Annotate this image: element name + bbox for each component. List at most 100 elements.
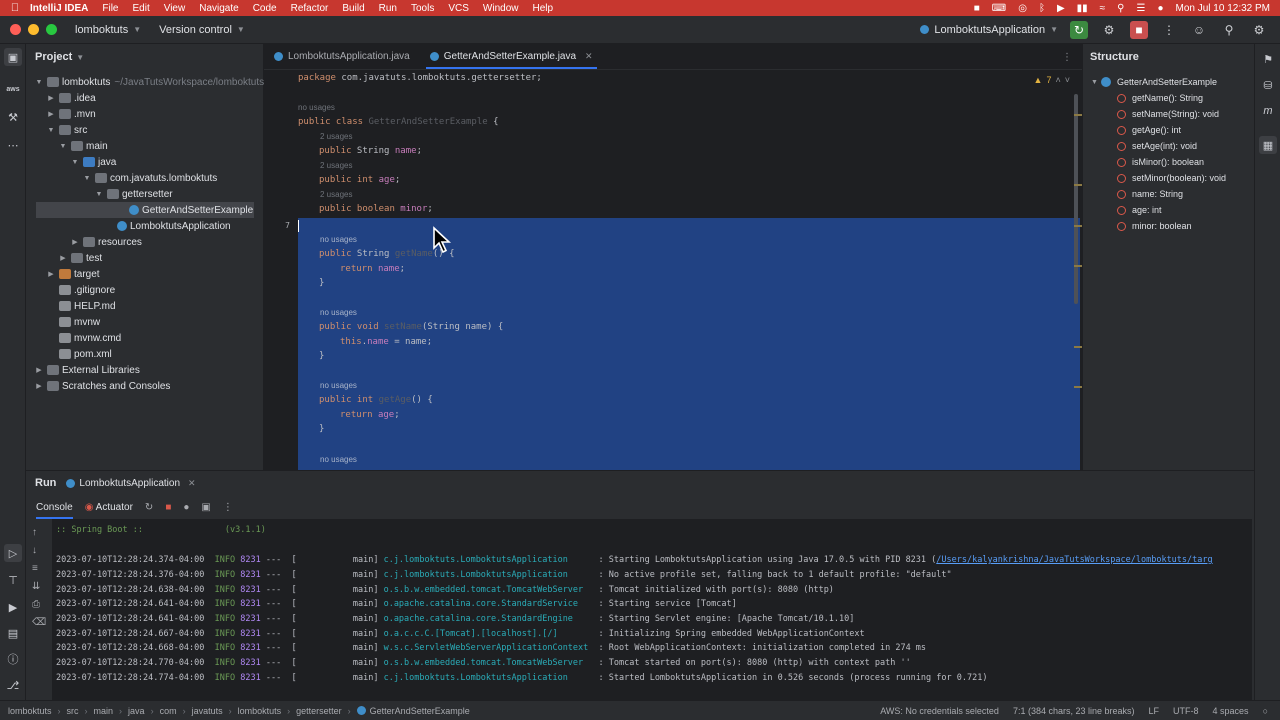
chevron-right-icon[interactable]: ▶ (70, 238, 80, 246)
aws-tool-icon[interactable]: aws (4, 80, 22, 98)
close-tab-icon[interactable]: ✕ (188, 478, 196, 489)
menu-navigate[interactable]: Navigate (199, 3, 238, 14)
usages-hint[interactable]: 2 usages (320, 132, 352, 141)
settings-icon[interactable]: ⚙ (1250, 21, 1268, 39)
chevron-down-icon[interactable]: ▼ (82, 175, 92, 182)
breadcrumb-item[interactable]: GetterAndSetterExample (370, 706, 470, 716)
tree-item-external-libraries[interactable]: ▶ External Libraries (26, 362, 140, 378)
tab-actuator[interactable]: ◉ Actuator (85, 498, 133, 517)
tree-item-test[interactable]: ▶ test (26, 250, 102, 266)
aws-status[interactable]: AWS: No credentials selected (880, 706, 999, 716)
tree-item-mvnw-cmd[interactable]: mvnw.cmd (26, 330, 121, 346)
tree-item-scratches[interactable]: ▶ Scratches and Consoles (26, 378, 170, 394)
usages-hint[interactable]: no usages (298, 103, 335, 112)
breadcrumb-item[interactable]: gettersetter (296, 706, 342, 716)
breadcrumb-item[interactable]: main (94, 706, 114, 716)
close-tab-icon[interactable]: ✕ (585, 51, 593, 62)
tree-item-main[interactable]: ▼ main (26, 138, 108, 154)
build-tool-icon[interactable]: ⊤ (4, 571, 22, 589)
services-tool-icon[interactable]: ▶ (4, 598, 22, 616)
inspection-widget[interactable]: ▲ 7 ˄ ˅ (1034, 75, 1070, 85)
tab-console[interactable]: Console (36, 498, 73, 519)
project-panel-header[interactable]: Project ▼ (26, 44, 263, 70)
menu-file[interactable]: File (102, 3, 118, 14)
more-tools-icon[interactable]: ⋯ (4, 136, 22, 154)
menu-run[interactable]: Run (379, 3, 397, 14)
chevron-down-icon[interactable]: ▼ (58, 143, 68, 150)
line-separator[interactable]: LF (1149, 706, 1160, 716)
breadcrumb-item[interactable]: lomboktuts (8, 706, 52, 716)
vcs-widget[interactable]: Version control ▼ (159, 24, 245, 36)
caret-position[interactable]: 7:1 (384 chars, 23 line breaks) (1013, 706, 1135, 716)
menu-app-name[interactable]: IntelliJ IDEA (30, 3, 88, 14)
print-icon[interactable]: ⎙ (32, 599, 40, 610)
tree-item-package[interactable]: ▼ com.javatuts.lomboktuts (26, 170, 218, 186)
menu-vcs[interactable]: VCS (448, 3, 469, 14)
control-center-icon[interactable]: ☰ (1136, 3, 1145, 14)
battery-icon[interactable]: ▮▮ (1077, 3, 1088, 14)
tab-lomboktutsapplication[interactable]: LomboktutsApplication.java (264, 43, 420, 69)
tree-item-mvnw[interactable]: mvnw (26, 314, 100, 330)
project-tool-icon[interactable]: ▣ (4, 48, 22, 66)
usages-hint[interactable]: 2 usages (320, 190, 352, 199)
menu-help[interactable]: Help (533, 3, 554, 14)
chevron-right-icon[interactable]: ▶ (34, 382, 44, 390)
log-path-link[interactable]: /Users/kalyankrishna/JavaTutsWorkspace/l… (936, 555, 1212, 565)
tree-item-mvn[interactable]: ▶ .mvn (26, 106, 95, 122)
debug-button[interactable]: ⚙ (1100, 21, 1118, 39)
file-encoding[interactable]: UTF-8 (1173, 706, 1199, 716)
more-actions-icon[interactable]: ⋮ (1160, 21, 1178, 39)
search-icon[interactable]: ⚲ (1117, 3, 1124, 14)
apple-menu-icon[interactable]:  (0, 2, 30, 14)
menu-edit[interactable]: Edit (132, 3, 149, 14)
chevron-up-icon[interactable]: ˄ (1055, 75, 1060, 85)
usages-hint[interactable]: no usages (320, 381, 357, 390)
breadcrumb-item[interactable]: src (67, 706, 79, 716)
menubar-clock[interactable]: Mon Jul 10 12:32 PM (1176, 3, 1271, 14)
console-output[interactable]: :: Spring Boot :: (v3.1.1) 2023-07-10T12… (52, 519, 1252, 701)
tree-item-src[interactable]: ▼ src (26, 122, 88, 138)
usages-hint[interactable]: 2 usages (320, 161, 352, 170)
menu-tools[interactable]: Tools (411, 3, 434, 14)
clear-console-icon[interactable]: ⌫ (32, 617, 46, 628)
structure-member[interactable]: getAge(): int (1117, 122, 1181, 138)
error-stripe-mark[interactable] (1074, 265, 1082, 267)
indent-settings[interactable]: 4 spaces (1213, 706, 1249, 716)
tree-item-idea[interactable]: ▶ .idea (26, 90, 95, 106)
chevron-down-icon[interactable]: ▼ (34, 79, 44, 86)
run-tool-icon[interactable]: ▷ (4, 544, 22, 562)
tree-item-gitignore[interactable]: .gitignore (26, 282, 115, 298)
chevron-right-icon[interactable]: ▶ (34, 366, 44, 374)
error-stripe-mark[interactable] (1074, 225, 1082, 227)
breadcrumb-item[interactable]: java (128, 706, 145, 716)
wifi-icon[interactable]: ≈ (1100, 3, 1106, 14)
soft-wrap-icon[interactable]: ≡ (32, 563, 38, 574)
structure-member[interactable]: isMinor(): boolean (1117, 154, 1204, 170)
structure-member[interactable]: setName(String): void (1117, 106, 1219, 122)
terminal-tool-icon[interactable]: ▤ (4, 624, 22, 642)
tree-item-root[interactable]: ▼ lomboktuts ~/JavaTutsWorkspace/lombokt… (26, 74, 265, 90)
play-icon[interactable]: ▶ (1057, 3, 1065, 14)
chevron-down-icon[interactable]: ▼ (46, 127, 56, 134)
problems-tool-icon[interactable]: ⓘ (4, 650, 22, 668)
error-stripe-mark[interactable] (1074, 386, 1082, 388)
structure-member[interactable]: age: int (1117, 202, 1162, 218)
chevron-down-icon[interactable]: ▼ (70, 159, 80, 166)
rerun-icon[interactable]: ↻ (145, 502, 153, 513)
siri-icon[interactable]: ● (1157, 3, 1163, 14)
add-user-icon[interactable]: ☺ (1190, 21, 1208, 39)
run-tab-lomboktutsapplication[interactable]: LomboktutsApplication ✕ (66, 478, 196, 489)
chevron-down-icon[interactable]: ˅ (1065, 75, 1070, 85)
breadcrumb-item[interactable]: lomboktuts (238, 706, 282, 716)
chevron-right-icon[interactable]: ▶ (58, 254, 68, 262)
recording-icon[interactable]: ■ (974, 3, 980, 14)
tree-item-gettersetter[interactable]: ▼ gettersetter (26, 186, 173, 202)
menu-window[interactable]: Window (483, 3, 519, 14)
usages-hint[interactable]: no usages (320, 235, 357, 244)
lock-icon[interactable]: ○ (1263, 706, 1268, 716)
chevron-right-icon[interactable]: ▶ (46, 110, 56, 118)
database-icon[interactable]: ⛁ (1259, 76, 1277, 94)
code-editor[interactable]: LomboktutsApplication.java GetterAndSett… (264, 44, 1082, 470)
error-stripe-mark[interactable] (1074, 346, 1082, 348)
structure-member[interactable]: setAge(int): void (1117, 138, 1197, 154)
